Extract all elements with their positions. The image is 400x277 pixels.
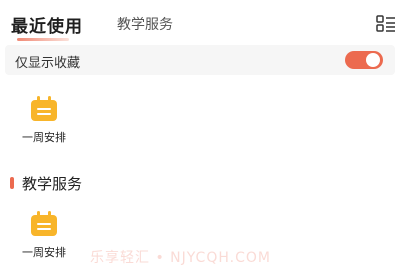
- tab-active-indicator: [17, 38, 69, 41]
- favorites-toggle[interactable]: [345, 51, 383, 69]
- top-tabs: 最近使用 教学服务: [0, 0, 400, 44]
- grid-list-menu-icon[interactable]: [376, 15, 396, 33]
- section-title: 教学服务: [22, 175, 83, 193]
- toggle-knob: [366, 53, 380, 67]
- calendar-icon: [31, 211, 57, 236]
- app-tile-label: 一周安排: [22, 246, 66, 259]
- favorites-filter-row: 仅显示收藏: [5, 45, 395, 75]
- section-marker: [10, 177, 14, 189]
- favorites-filter-label: 仅显示收藏: [15, 56, 81, 71]
- app-tile-weekly-schedule[interactable]: 一周安排: [9, 96, 79, 156]
- app-tile-label: 一周安排: [22, 131, 66, 144]
- watermark: 乐享轻汇 • NJYCQH.COM: [90, 250, 271, 266]
- tab-recent[interactable]: 最近使用: [11, 12, 83, 37]
- tab-teaching-services[interactable]: 教学服务: [117, 14, 173, 34]
- app-tile-weekly-schedule[interactable]: 一周安排: [9, 211, 79, 271]
- calendar-icon: [31, 96, 57, 121]
